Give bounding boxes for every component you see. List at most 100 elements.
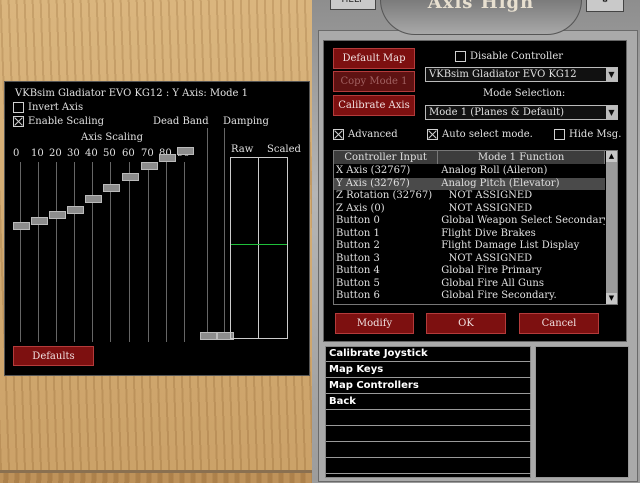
axis-settings-panel: VKBsim Gladiator EVO KG12 : Y Axis: Mode… [4, 81, 310, 376]
scale-slider-track [20, 162, 21, 342]
scale-slider-20[interactable] [49, 211, 66, 219]
dead-band-slider[interactable] [200, 332, 217, 340]
scale-slider-70[interactable] [141, 161, 158, 170]
menu-item[interactable]: Map Controllers [326, 379, 531, 394]
invert-axis-checkbox[interactable]: Invert Axis [13, 102, 83, 113]
col-controller-input[interactable]: Controller Input [334, 151, 439, 164]
settings-icon[interactable]: ⚙ [586, 0, 624, 12]
row-function: Analog Roll (Aileron) [441, 165, 548, 176]
menu-item[interactable] [326, 427, 531, 442]
table-row[interactable]: Z Rotation (32767) NOT ASSIGNED [334, 190, 605, 202]
auto-select-checkbox[interactable]: Auto select mode. [427, 129, 533, 140]
scale-slider-30[interactable] [67, 205, 84, 214]
axis-header: VKBsim Gladiator EVO KG12 : Y Axis: Mode… [15, 88, 249, 99]
cancel-button[interactable]: Cancel [519, 313, 599, 334]
ok-button[interactable]: OK [426, 313, 506, 334]
hide-msg-checkbox[interactable]: Hide Msg. [554, 129, 621, 140]
default-map-button[interactable]: Default Map [333, 48, 415, 69]
disable-controller-label: Disable Controller [470, 51, 564, 62]
scale-slider-50[interactable] [103, 183, 120, 192]
table-row[interactable]: Button 5 Global Fire All Guns [334, 278, 605, 290]
menu-item[interactable] [326, 443, 531, 458]
graph-divider [258, 158, 259, 338]
dead-band-label: Dead Band [153, 116, 209, 127]
dead-band-track [207, 128, 208, 333]
scale-slider-track [38, 162, 39, 342]
table-row[interactable]: X Axis (32767) Analog Roll (Aileron) [334, 165, 605, 177]
row-input: Z Axis (0) [336, 202, 385, 214]
scroll-up-icon[interactable]: ▲ [606, 151, 617, 162]
scale-slider-40[interactable] [85, 194, 102, 203]
table-row[interactable]: Button 6 Global Fire Secondary. [334, 290, 605, 302]
controller-dropdown[interactable]: VKBsim Gladiator EVO KG12 ▼ [425, 67, 618, 82]
disable-controller-checkbox[interactable]: Disable Controller [455, 51, 563, 62]
table-row[interactable]: Button 2 Flight Damage List Display [334, 240, 605, 252]
table-row[interactable]: Button 0 Global Weapon Select Secondary [334, 215, 605, 227]
scale-slider-track [129, 162, 130, 342]
table-row[interactable]: Z Axis (0) NOT ASSIGNED [334, 203, 605, 215]
window-title: Axis High [427, 0, 535, 13]
row-input: X Axis (32767) [336, 165, 411, 176]
checkbox-empty-icon [554, 129, 565, 140]
scale-tick-label: 50 [103, 148, 116, 159]
calibrate-axis-button[interactable]: Calibrate Axis [333, 95, 415, 116]
menu-item[interactable]: Map Keys [326, 363, 531, 378]
row-input: Button 5 [336, 277, 380, 289]
row-function: NOT ASSIGNED [448, 252, 533, 264]
table-row[interactable]: Button 1 Flight Dive Brakes [334, 228, 605, 240]
row-input: Button 4 [336, 265, 380, 276]
menu-item[interactable]: Calibrate Joystick [326, 347, 531, 362]
scale-tick-label: 20 [49, 148, 62, 159]
col-mode-function[interactable]: Mode 1 Function [438, 151, 605, 164]
row-input: Button 2 [336, 240, 380, 251]
damping-track [224, 128, 225, 333]
help-button[interactable]: HELP [330, 0, 376, 10]
scale-slider-track [56, 162, 57, 342]
row-input: Button 0 [336, 215, 380, 226]
axis-response-graph [230, 157, 288, 339]
mode-dropdown[interactable]: Mode 1 (Planes & Default) ▼ [425, 105, 618, 120]
table-row[interactable]: Button 3 NOT ASSIGNED [334, 253, 605, 265]
copy-mode-button[interactable]: Copy Mode 1 [333, 71, 415, 92]
scale-slider-track [74, 162, 75, 342]
menu-item[interactable] [326, 459, 531, 474]
table-row[interactable]: Y Axis (32767) Analog Pitch (Elevator) [334, 177, 605, 190]
row-function: Global Fire All Guns [441, 277, 544, 289]
advanced-checkbox[interactable]: Advanced [333, 129, 398, 140]
scale-slider-track [166, 162, 167, 342]
enable-scaling-checkbox[interactable]: Enable Scaling [13, 116, 104, 127]
row-function: NOT ASSIGNED [448, 202, 533, 214]
invert-axis-label: Invert Axis [28, 102, 84, 113]
scale-tick-label: 60 [122, 148, 135, 159]
hide-msg-label: Hide Msg. [569, 129, 622, 140]
modify-button[interactable]: Modify [335, 313, 414, 334]
chevron-down-icon[interactable]: ▼ [606, 106, 617, 119]
mode-dropdown-value: Mode 1 (Planes & Default) [429, 107, 564, 118]
scale-tick-label: 70 [141, 148, 154, 159]
scale-slider-10[interactable] [31, 216, 48, 225]
axis-scaling-label: Axis Scaling [81, 132, 144, 143]
row-input: Button 1 [336, 227, 380, 239]
scale-slider-0[interactable] [13, 222, 30, 230]
defaults-button[interactable]: Defaults [13, 346, 94, 366]
menu-item[interactable]: Back [326, 395, 531, 410]
row-function: NOT ASSIGNED [448, 190, 533, 201]
row-function: Flight Damage List Display [441, 240, 580, 251]
enable-scaling-label: Enable Scaling [28, 116, 105, 127]
row-input: Z Rotation (32767) [336, 190, 433, 201]
scale-slider-90[interactable] [177, 147, 194, 156]
chevron-down-icon[interactable]: ▼ [606, 68, 617, 81]
menu-item[interactable] [326, 411, 531, 426]
scaled-label: Scaled [267, 144, 301, 155]
controller-mapping-panel: Default Map Copy Mode 1 Calibrate Axis D… [323, 40, 627, 342]
scale-slider-80[interactable] [159, 153, 176, 162]
scroll-down-icon[interactable]: ▼ [606, 293, 617, 304]
table-row[interactable]: Button 4 Global Fire Primary [334, 265, 605, 277]
checkbox-empty-icon [13, 102, 24, 113]
checkbox-empty-icon [455, 51, 466, 62]
raw-label: Raw [231, 144, 254, 155]
advanced-label: Advanced [348, 129, 398, 140]
scale-tick-label: 30 [67, 148, 80, 159]
scale-slider-60[interactable] [122, 172, 139, 181]
table-scrollbar[interactable]: ▲ ▼ [606, 151, 617, 304]
